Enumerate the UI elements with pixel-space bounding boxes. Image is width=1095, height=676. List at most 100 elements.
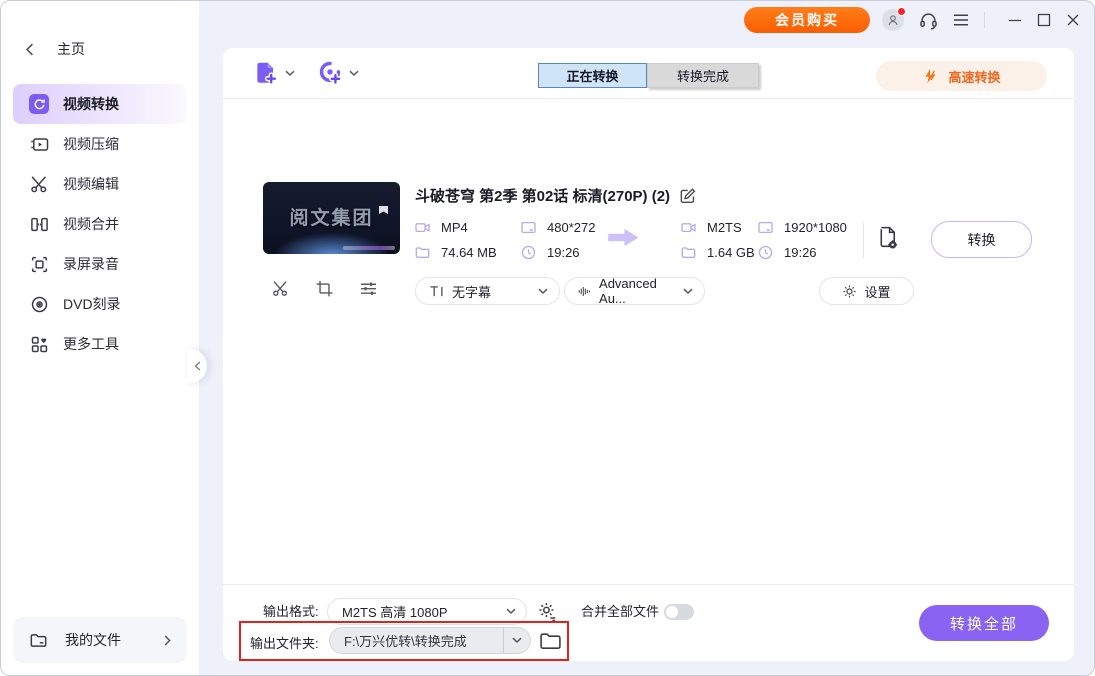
video-edit-icon	[29, 174, 49, 194]
add-dvd-icon	[319, 61, 342, 86]
chevron-down-icon[interactable]	[503, 628, 530, 653]
resolution-icon	[758, 220, 773, 235]
video-thumbnail[interactable]: 阅文集团	[263, 182, 400, 254]
format-settings-icon[interactable]	[537, 601, 558, 622]
high-speed-convert-button[interactable]: 高速转换	[876, 61, 1047, 91]
target-size: 1.64 GB	[707, 245, 755, 260]
app-window: 主页 视频转换 视频压缩 视频编辑 视频合并 录屏录音 DVD刻录 更多工具 我…	[0, 0, 1095, 676]
video-format-icon	[681, 220, 696, 235]
screen-record-icon	[29, 254, 49, 274]
back-icon	[25, 43, 34, 56]
sidebar-item-screen-record[interactable]: 录屏录音	[1, 244, 199, 284]
chevron-down-icon	[349, 70, 359, 76]
open-folder-icon[interactable]	[539, 631, 562, 651]
video-compress-icon	[29, 134, 49, 154]
file-title: 斗破苍穹 第2季 第02话 标清(270P) (2)	[415, 188, 671, 205]
subtitle-dropdown[interactable]: 无字幕	[415, 277, 560, 305]
meta-divider	[863, 223, 864, 258]
lightning-icon	[926, 68, 936, 84]
subtitle-value: 无字幕	[452, 284, 492, 300]
close-button[interactable]	[1066, 13, 1080, 27]
add-dvd-button[interactable]	[317, 60, 359, 86]
convert-all-button[interactable]: 转换全部	[919, 605, 1049, 641]
annotation-red-box: 输出文件夹: F:\万兴优转\转换完成	[239, 621, 569, 661]
sidebar-item-label: 视频合并	[63, 216, 119, 232]
target-format: M2TS	[707, 220, 742, 235]
tab-converting[interactable]: 正在转换	[538, 63, 647, 88]
folder-icon	[29, 631, 48, 650]
sidebar-collapse-handle[interactable]	[187, 349, 207, 383]
video-merge-icon	[29, 214, 49, 234]
file-size-icon	[415, 245, 430, 260]
add-file-icon	[257, 62, 278, 85]
tab-finished[interactable]: 转换完成	[647, 63, 759, 88]
convert-button[interactable]: 转换	[931, 221, 1032, 258]
target-duration: 19:26	[784, 245, 817, 260]
sidebar-item-video-convert[interactable]: 视频转换	[13, 84, 187, 124]
sidebar-item-dvd-burn[interactable]: DVD刻录	[1, 284, 199, 324]
source-size: 74.64 MB	[441, 245, 497, 260]
speed-label: 高速转换	[948, 69, 1001, 85]
sidebar-home[interactable]: 主页	[25, 39, 85, 59]
titlebar-divider	[984, 12, 985, 28]
duration-icon	[521, 245, 536, 260]
home-label: 主页	[57, 41, 85, 57]
sidebar-item-more-tools[interactable]: 更多工具	[1, 324, 199, 364]
add-files-button[interactable]	[253, 60, 295, 86]
sidebar-item-label: 视频编辑	[63, 176, 119, 192]
sidebar-item-video-edit[interactable]: 视频编辑	[1, 164, 199, 204]
sidebar-item-label: DVD刻录	[63, 296, 121, 312]
chevron-down-icon	[285, 70, 295, 76]
output-panel: 输出格式: M2TS 高清 1080P 合并全部文件 输出文件夹: F:\万兴优…	[223, 584, 1074, 662]
waveform-icon	[578, 286, 590, 296]
resolution-icon	[521, 220, 536, 235]
duration-icon	[758, 245, 773, 260]
audio-track-dropdown[interactable]: Advanced Au...	[564, 276, 705, 306]
sidebar-item-label: 更多工具	[63, 336, 119, 352]
card-toolbar: 正在转换 转换完成 高速转换	[223, 48, 1074, 99]
buy-membership-button[interactable]: 会员购买	[744, 7, 870, 33]
convert-arrow-icon	[608, 229, 638, 246]
toggle-knob	[666, 606, 678, 618]
rename-icon[interactable]	[679, 187, 696, 204]
sidebar-item-label: 视频压缩	[63, 136, 119, 152]
support-headset-icon[interactable]	[919, 11, 938, 30]
minimize-button[interactable]	[1008, 13, 1022, 27]
target-res-duration: 1920*1080 19:26	[758, 219, 847, 261]
merge-all-label: 合并全部文件	[581, 604, 660, 619]
more-tools-icon	[29, 334, 49, 354]
source-format: MP4	[441, 220, 468, 235]
account-avatar[interactable]	[882, 7, 906, 31]
thumbnail-watermark	[343, 246, 395, 250]
chevron-down-icon	[538, 288, 548, 295]
file-settings-icon[interactable]	[875, 224, 900, 251]
maximize-button[interactable]	[1037, 13, 1051, 27]
output-folder-value: F:\万兴优转\转换完成	[344, 634, 467, 649]
sidebar-item-video-compress[interactable]: 视频压缩	[1, 124, 199, 164]
file-settings-button[interactable]: 设置	[819, 277, 914, 305]
sidebar-item-label: 视频转换	[63, 96, 119, 112]
subtitle-icon	[430, 285, 443, 296]
trim-icon[interactable]	[272, 280, 289, 297]
target-resolution: 1920*1080	[784, 220, 847, 235]
sidebar: 主页 视频转换 视频压缩 视频编辑 视频合并 录屏录音 DVD刻录 更多工具 我…	[1, 1, 207, 675]
sidebar-nav: 视频转换 视频压缩 视频编辑 视频合并 录屏录音 DVD刻录 更多工具	[1, 84, 199, 364]
target-format-size: M2TS 1.64 GB	[681, 219, 755, 261]
main-card: 正在转换 转换完成 高速转换 阅文集团 斗破苍穹 第2季 第02话 标清(270…	[223, 48, 1074, 661]
settings-label: 设置	[864, 284, 891, 300]
gear-icon	[843, 285, 856, 297]
sidebar-item-label: 录屏录音	[63, 256, 119, 272]
file-list: 阅文集团 斗破苍穹 第2季 第02话 标清(270P) (2) MP4 74.6…	[223, 99, 1074, 585]
source-duration: 19:26	[547, 245, 580, 260]
crop-icon[interactable]	[316, 280, 333, 297]
notification-dot	[897, 7, 906, 16]
video-convert-icon	[29, 94, 49, 114]
merge-all-toggle[interactable]	[664, 604, 694, 620]
menu-icon[interactable]	[953, 13, 969, 27]
effects-adjust-icon[interactable]	[360, 280, 377, 297]
sidebar-my-files[interactable]: 我的文件	[13, 617, 187, 663]
sidebar-item-video-merge[interactable]: 视频合并	[1, 204, 199, 244]
output-folder-dropdown[interactable]: F:\万兴优转\转换完成	[329, 627, 531, 654]
source-resolution: 480*272	[547, 220, 596, 235]
dvd-burn-icon	[29, 294, 49, 314]
